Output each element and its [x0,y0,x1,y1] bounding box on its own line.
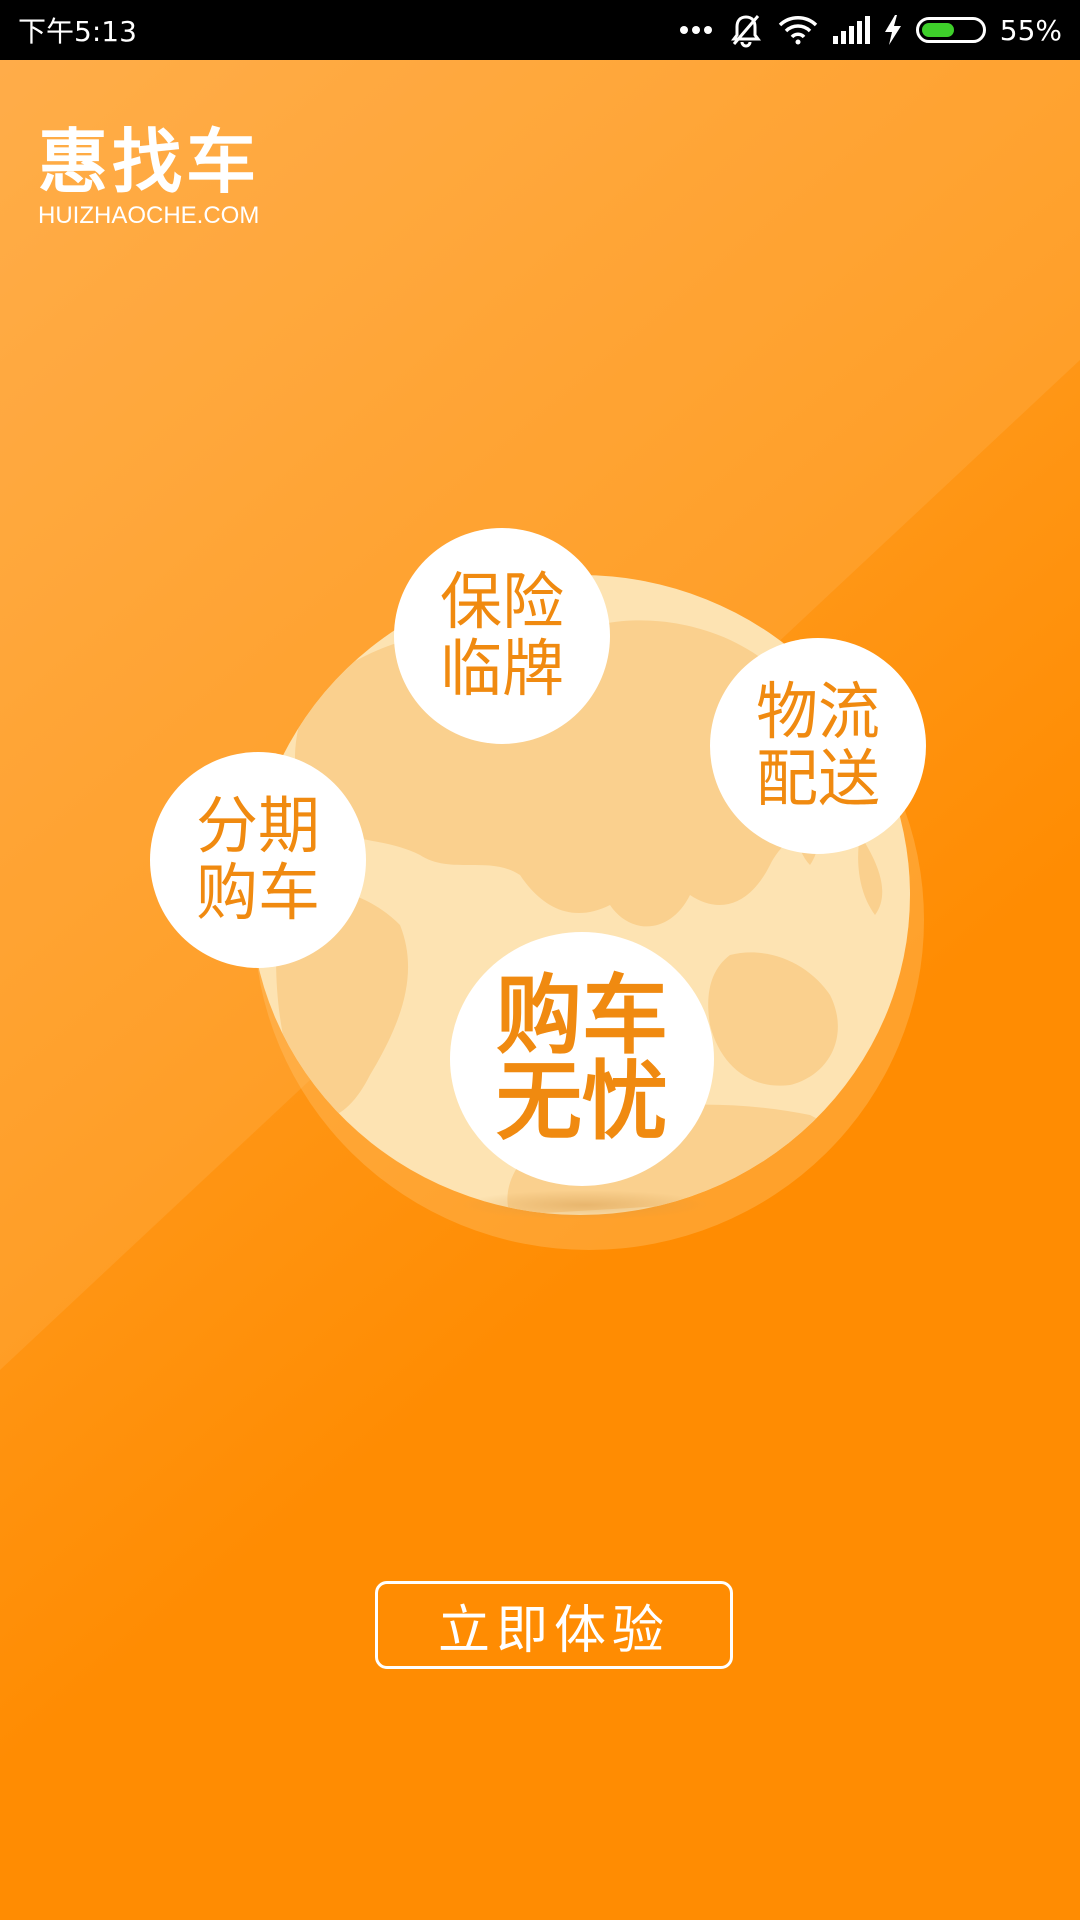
battery-icon [915,17,986,43]
logo-subtitle: HUIZHAOCHE.COM [38,202,260,229]
bubble-main-text: 购车 无忧 [496,966,668,1152]
mute-bell-icon [728,12,764,48]
bubble-insurance-plates: 保险 临牌 [394,528,610,744]
bubble-shadow [460,1190,710,1220]
bubble-logistics: 物流 配送 [710,638,926,854]
try-now-button[interactable]: 立即体验 [375,1581,733,1669]
bubble-main-worry-free: 购车 无忧 [450,932,714,1186]
brand-logo: 惠找车 HUIZHAOCHE.COM [38,122,260,230]
bubble-installment-text: 分期 购车 [195,789,320,929]
charging-icon [884,15,902,45]
battery-percent: 55% [999,13,1062,47]
status-bar: 下午5:13 55% [0,0,1080,60]
wifi-icon [778,15,818,45]
bubble-installment: 分期 购车 [150,752,366,968]
more-dots-icon [678,24,714,36]
battery-fill [921,23,954,37]
bubble-insurance-text: 保险 临牌 [439,565,564,705]
signal-icon [832,16,870,44]
logo-title: 惠找车 [38,121,260,203]
bubble-logistics-text: 物流 配送 [755,675,880,815]
status-time: 下午5:13 [18,15,137,48]
